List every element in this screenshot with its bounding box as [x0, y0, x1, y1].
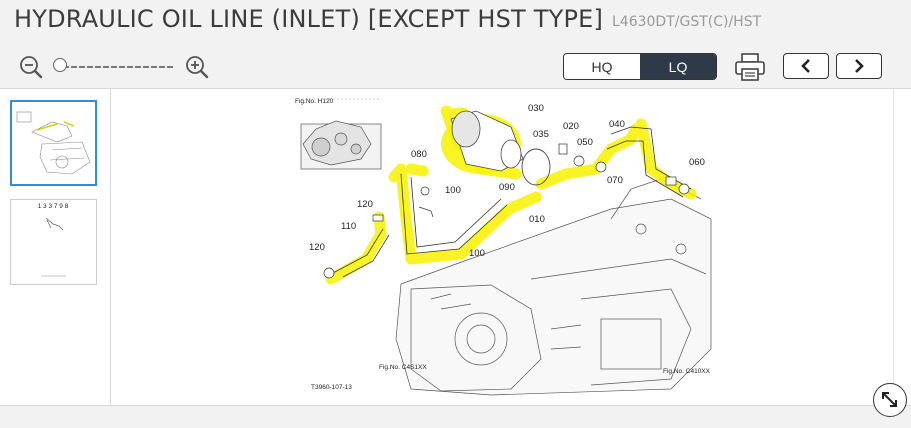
quality-lq-button[interactable]: LQ [640, 54, 716, 79]
zoom-in-icon[interactable] [184, 54, 210, 80]
chevron-right-icon [855, 59, 864, 73]
callout-010: 010 [529, 214, 545, 225]
model-number: L4630DT/GST(C)/HST [612, 14, 762, 30]
chevron-left-icon [801, 59, 810, 73]
fig-label-h120: Fig.No. H120 [295, 98, 334, 105]
zoom-slider-thumb[interactable] [53, 58, 67, 72]
fig-label-c410xx: Fig.No. C410XX [663, 368, 711, 375]
quality-hq-button[interactable]: HQ [564, 54, 640, 79]
callout-100-upper: 100 [445, 185, 461, 196]
next-page-button[interactable] [836, 53, 882, 79]
printer-icon[interactable] [734, 52, 766, 82]
quality-toggle: HQ LQ [563, 53, 717, 80]
callout-090: 090 [499, 182, 515, 193]
expand-icon [882, 392, 897, 407]
toolbar [0, 44, 911, 89]
bottom-bar [0, 405, 911, 428]
callout-070: 070 [607, 175, 623, 186]
callout-050: 050 [577, 137, 593, 148]
callout-120-lower: 120 [309, 242, 325, 253]
callout-120-upper: 120 [357, 199, 373, 210]
callout-100-lower: 100 [469, 248, 485, 259]
page-title: HYDRAULIC OIL LINE (INLET) [EXCEPT HST T… [14, 5, 604, 33]
callout-020: 020 [563, 121, 579, 132]
callout-110: 110 [341, 221, 356, 232]
zoom-out-icon[interactable] [18, 54, 44, 80]
thumbnail2-text: 1 3 3 7 9 8 [38, 203, 69, 210]
fig-label-c4s1xx: Fig.No. C4S1XX [379, 364, 427, 371]
callout-060: 060 [689, 157, 705, 168]
transmission-housing-drawing [395, 178, 712, 396]
thumbnail-page-2[interactable]: 1 3 3 7 9 8 [10, 199, 97, 285]
thumbnail-page-1[interactable] [10, 100, 97, 186]
callout-080: 080 [411, 149, 427, 160]
diagram-canvas[interactable]: Fig.No. H120 030 035 020 050 040 080 100… [111, 89, 894, 405]
vertical-scrollbar[interactable] [894, 89, 911, 405]
pump-drawing [300, 120, 382, 170]
parts-diagram: Fig.No. H120 030 035 020 050 040 080 100… [295, 98, 712, 396]
callout-035: 035 [533, 129, 549, 140]
page-header: HYDRAULIC OIL LINE (INLET) [EXCEPT HST T… [0, 0, 911, 44]
previous-page-button[interactable] [783, 53, 829, 79]
callout-030: 030 [528, 103, 544, 114]
callout-040: 040 [609, 119, 625, 130]
thumbnail-panel: 1 3 3 7 9 8 [0, 89, 111, 405]
drawing-code: T3960-107-13 [311, 384, 352, 391]
zoom-slider-track[interactable] [55, 66, 175, 68]
fullscreen-button[interactable] [873, 383, 907, 417]
